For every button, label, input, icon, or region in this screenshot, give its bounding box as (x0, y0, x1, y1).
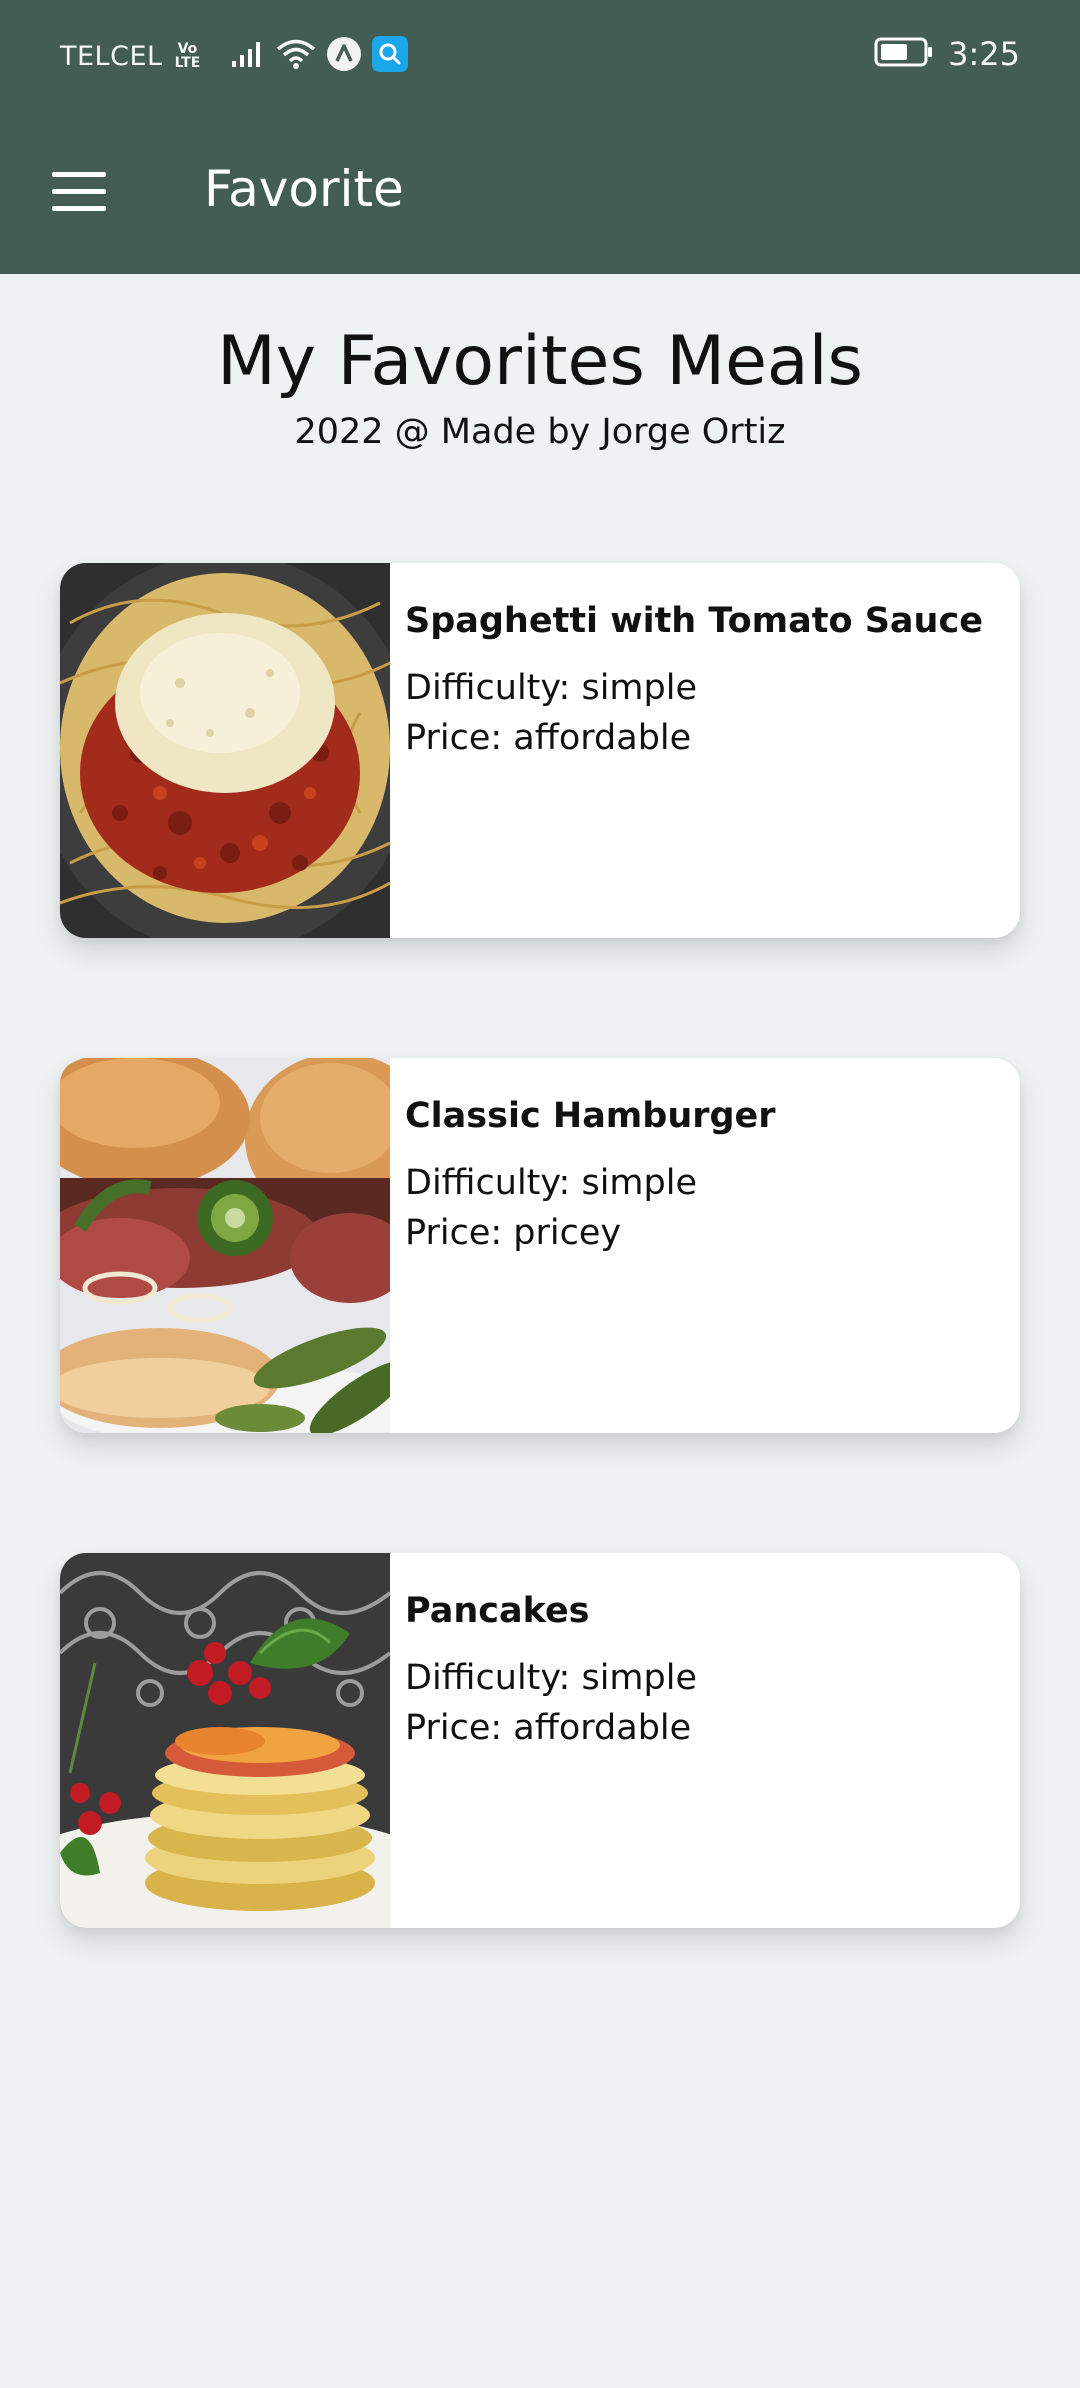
app-bar: Favorite (0, 108, 1080, 274)
clock: 3:25 (948, 35, 1020, 73)
meal-card-body: Spaghetti with Tomato Sauce Difficulty: … (405, 601, 1000, 763)
status-bar: TELCEL Vo LTE 3:25 (0, 0, 1080, 108)
meal-title: Classic Hamburger (405, 1096, 776, 1136)
signal-icon (230, 39, 266, 73)
meal-title: Pancakes (405, 1591, 590, 1631)
hamburger-photo (60, 1058, 390, 1433)
battery-icon (874, 37, 934, 71)
meal-price: Price: affordable (405, 1708, 692, 1748)
meal-price: Price: pricey (405, 1213, 622, 1253)
meal-difficulty: Difficulty: simple (405, 1163, 697, 1203)
page-subtitle: 2022 @ Made by Jorge Ortiz (294, 412, 786, 452)
meal-difficulty: Difficulty: simple (405, 1658, 697, 1698)
volte-bottom: LTE (174, 55, 201, 71)
volte-indicator: Vo LTE (175, 42, 201, 70)
meal-difficulty: Difficulty: simple (405, 668, 697, 708)
spaghetti-photo (60, 563, 390, 938)
meal-card[interactable]: Spaghetti with Tomato Sauce Difficulty: … (60, 563, 1020, 938)
pancakes-photo (60, 1553, 390, 1928)
app-bar-title: Favorite (204, 160, 404, 218)
meal-card[interactable]: Pancakes Difficulty: simple Price: affor… (60, 1553, 1020, 1928)
meal-card-body: Pancakes Difficulty: simple Price: affor… (405, 1591, 1000, 1753)
page-title: My Favorites Meals (217, 322, 863, 401)
status-bar-left: TELCEL Vo LTE (60, 36, 409, 76)
app-notification-icon (326, 36, 362, 76)
hamburger-menu-icon[interactable] (52, 172, 106, 212)
meal-price: Price: affordable (405, 718, 692, 758)
search-app-icon (372, 36, 409, 76)
status-bar-right: 3:25 (874, 34, 1020, 74)
meal-card-body: Classic Hamburger Difficulty: simple Pri… (405, 1096, 1000, 1258)
meal-title: Spaghetti with Tomato Sauce (405, 601, 983, 641)
wifi-icon (276, 38, 316, 74)
carrier-name: TELCEL (60, 40, 163, 72)
meal-card[interactable]: Classic Hamburger Difficulty: simple Pri… (60, 1058, 1020, 1433)
